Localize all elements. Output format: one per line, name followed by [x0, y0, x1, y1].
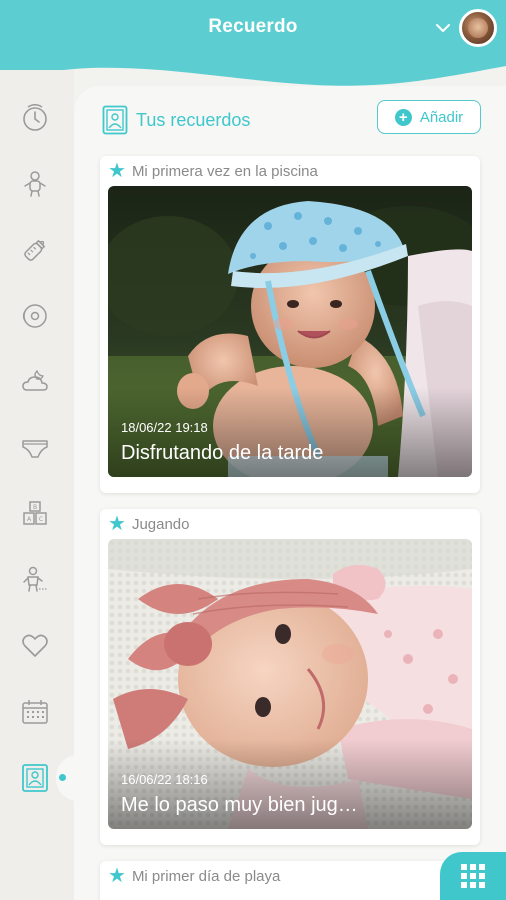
baby-body-icon: [24, 171, 46, 197]
clock-icon: [23, 104, 47, 131]
svg-text:B: B: [33, 504, 37, 511]
header-background: [0, 0, 506, 86]
header: Recuerdo: [0, 0, 506, 96]
sidebar-item-diaper[interactable]: [15, 428, 55, 468]
chevron-down-icon[interactable]: [433, 18, 453, 38]
memory-card[interactable]: ★ Mi primer día de playa: [100, 861, 480, 900]
sidebar-item-memories[interactable]: [15, 758, 55, 798]
memory-title: Mi primera vez en la piscina: [131, 162, 318, 180]
app-root: Recuerdo BAC Tus recuerdos + Añadir ★ Mi…: [0, 0, 506, 900]
heart-icon: [22, 634, 48, 657]
add-button-label: Añadir: [419, 108, 464, 126]
sidebar-item-calendar[interactable]: [15, 692, 55, 732]
grid-menu-icon: [461, 864, 485, 888]
baby-bottle-icon: [24, 239, 46, 261]
memory-card-header: ★ Mi primera vez en la piscina: [100, 156, 480, 186]
memory-card[interactable]: ★ Mi primera vez en la piscina 18/06/22 …: [100, 156, 480, 493]
svg-text:A: A: [27, 516, 32, 523]
sidebar-item-sleep[interactable]: [15, 362, 55, 402]
avatar[interactable]: [459, 9, 497, 47]
memory-caption: Disfrutando de la tarde: [121, 442, 324, 464]
sidebar-item-growth[interactable]: [15, 164, 55, 204]
sidebar-item-milestones[interactable]: [15, 560, 55, 600]
active-dot: [59, 774, 66, 781]
page-title: Recuerdo: [208, 16, 298, 37]
photo-frame-icon: [102, 105, 128, 135]
memory-title: Jugando: [131, 515, 190, 533]
toy-blocks-icon: BA C: [23, 501, 47, 525]
memory-photo[interactable]: 16/06/22 18:16 Me lo paso muy bien jug…: [108, 539, 472, 829]
memory-card-header: ★ Jugando: [100, 509, 480, 539]
memory-title: Mi primer día de playa: [131, 867, 281, 885]
grid-menu-button[interactable]: [440, 852, 506, 900]
breast-pump-icon: [22, 304, 47, 328]
baby-milestone-icon: [23, 566, 47, 592]
memory-caption: Me lo paso muy bien jug…: [121, 794, 358, 816]
section-header: Tus recuerdos: [102, 104, 250, 136]
plus-icon: +: [394, 108, 412, 126]
photo-frame-icon: [22, 764, 48, 792]
diaper-icon: [22, 440, 48, 458]
memories-panel: Tus recuerdos + Añadir ★ Mi primera vez …: [74, 86, 506, 900]
sidebar-item-pumping[interactable]: [15, 296, 55, 336]
sidebar-item-timer[interactable]: [15, 98, 55, 138]
memory-card[interactable]: ★ Jugando 16/06/22 18:16 Me lo paso muy …: [100, 509, 480, 845]
section-title: Tus recuerdos: [136, 109, 251, 130]
svg-text:C: C: [39, 516, 43, 523]
star-icon[interactable]: ★: [108, 866, 126, 886]
sidebar-item-bottle[interactable]: [15, 230, 55, 270]
memory-date: 16/06/22 18:16: [121, 772, 208, 787]
add-memory-button[interactable]: + Añadir: [377, 100, 481, 134]
memory-date: 18/06/22 19:18: [121, 420, 208, 435]
sidebar-item-activities[interactable]: BAC: [15, 494, 55, 534]
memory-card-header: ★ Mi primer día de playa: [100, 861, 480, 891]
star-icon[interactable]: ★: [108, 514, 126, 534]
sidebar-item-health[interactable]: [15, 626, 55, 666]
calendar-icon: [22, 700, 48, 724]
moon-cloud-icon: [22, 369, 48, 391]
star-icon[interactable]: ★: [108, 161, 126, 181]
memory-photo[interactable]: 18/06/22 19:18 Disfrutando de la tarde: [108, 186, 472, 477]
